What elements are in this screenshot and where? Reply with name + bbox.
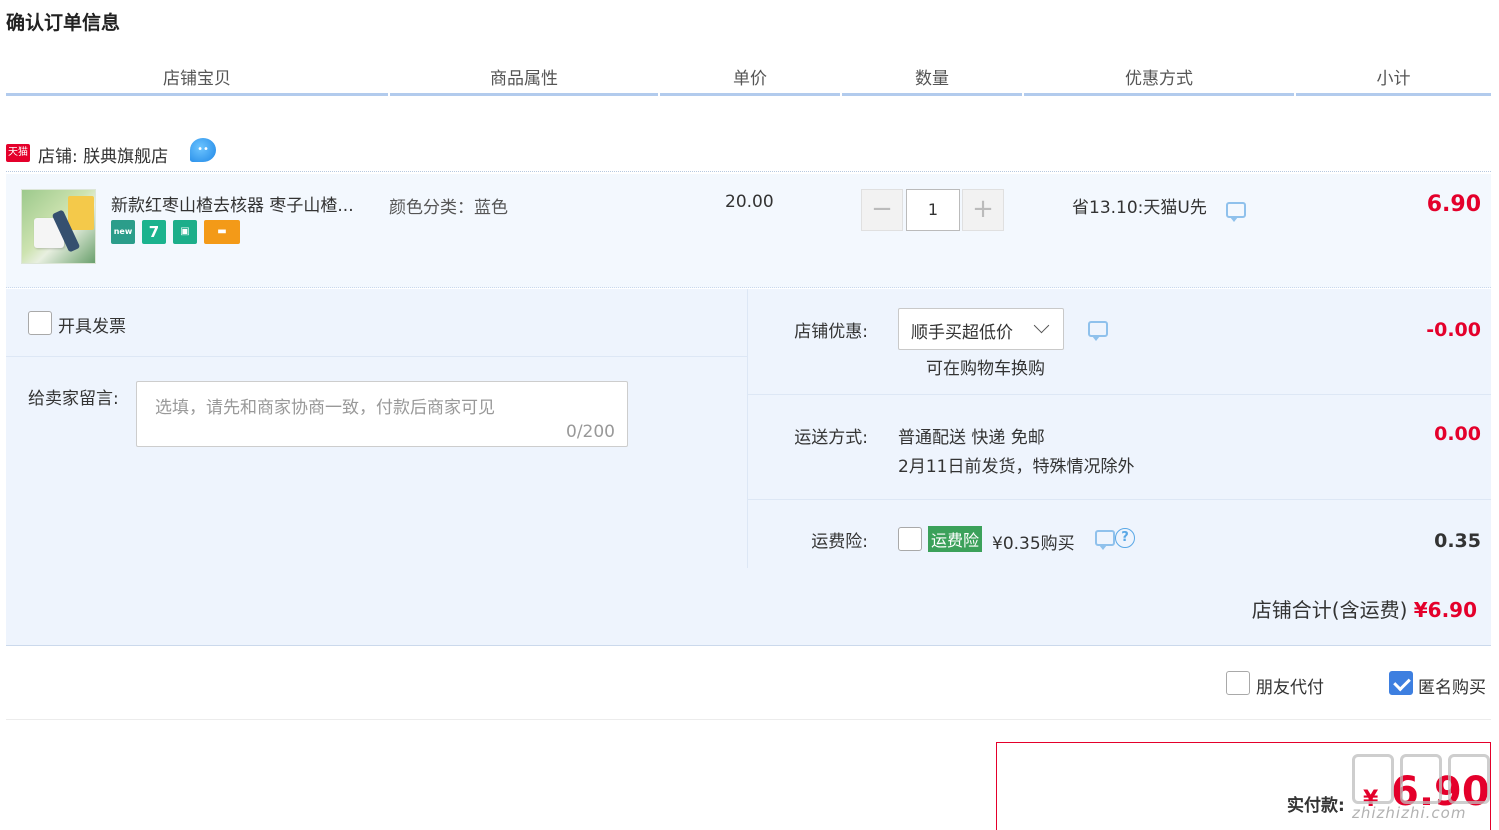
promotion-text: 省13.10:天猫U先 (1072, 198, 1207, 218)
shop-row: 天猫 店铺: 朕典旗舰店 •• (6, 138, 1491, 172)
anonymous-label: 匿名购买 (1418, 678, 1486, 698)
invoice-section: 开具发票 (6, 289, 747, 357)
memo-char-count: 0/200 (566, 422, 615, 442)
quantity-minus-button[interactable]: − (861, 189, 903, 231)
shipping-amount: 0.00 (1434, 423, 1481, 445)
product-attribute: 颜色分类：蓝色 (389, 198, 508, 218)
memo-textarea[interactable]: 选填，请先和商家协商一致，付款后商家可见 0/200 (136, 381, 628, 447)
shipping-note: 2月11日前发货，特殊情况除外 (898, 457, 1135, 477)
shop-discount-selected: 顺手买超低价 (911, 323, 1013, 343)
help-icon[interactable]: ? (1115, 528, 1135, 548)
insurance-tag: 运费险 (928, 526, 983, 552)
item-subtotal: 6.90 (1426, 192, 1481, 217)
order-item-row: 新款红枣山楂去核器 枣子山楂... new 7 ▣ ▬ 颜色分类：蓝色 20.0… (6, 174, 1491, 288)
invoice-checkbox[interactable] (28, 311, 52, 335)
tmall-badge: 天猫 (6, 144, 30, 162)
shipping-section: 运送方式: 普通配送 快递 免邮 2月11日前发货，特殊情况除外 0.00 (748, 395, 1491, 500)
product-thumbnail[interactable] (21, 189, 96, 264)
quantity-plus-button[interactable]: + (962, 189, 1004, 231)
memo-label: 给卖家留言: (28, 389, 119, 409)
anonymous-checkbox[interactable] (1389, 671, 1413, 695)
memo-placeholder: 选填，请先和商家协商一致，付款后商家可见 (155, 398, 495, 418)
quantity-input[interactable]: 1 (906, 189, 960, 231)
payment-label: 实付款: (1287, 796, 1345, 816)
page-title: 确认订单信息 (6, 12, 121, 34)
insurance-section: 运费险: 运费险 ¥0.35购买 ? 0.35 (748, 500, 1491, 568)
shop-discount-section: 店铺优惠: -0.00 可在购物车换购 (748, 289, 1491, 395)
invoice-label: 开具发票 (58, 317, 126, 337)
column-header-attribute: 商品属性 (390, 66, 658, 96)
shop-name-link[interactable]: 店铺: 朕典旗舰店 (38, 142, 168, 167)
insurance-amount: 0.35 (1434, 530, 1481, 552)
chevron-down-icon (1033, 317, 1050, 334)
shop-total: 店铺合计(含运费) ¥6.90 (1252, 594, 1477, 623)
unit-price: 20.00 (725, 192, 774, 212)
shop-discount-note: 可在购物车换购 (926, 359, 1045, 379)
column-header-subtotal: 小计 (1296, 66, 1491, 96)
guarantee-icon[interactable]: ▣ (173, 220, 197, 244)
friend-pay-label: 朋友代付 (1256, 678, 1324, 698)
insurance-comment-icon[interactable] (1095, 530, 1115, 550)
product-title-link[interactable]: 新款红枣山楂去核器 枣子山楂... (111, 191, 373, 216)
shipping-method: 普通配送 快递 免邮 (898, 428, 1045, 448)
column-header-quantity: 数量 (842, 66, 1022, 96)
shop-total-amount: ¥6.90 (1413, 598, 1477, 622)
promotion-comment-icon[interactable] (1226, 202, 1246, 222)
site-watermark: zhizhizhi.com (1352, 754, 1497, 824)
shop-discount-amount: -0.00 (1426, 319, 1481, 341)
card-icon[interactable]: ▬ (204, 220, 240, 244)
column-header-unit-price: 单价 (660, 66, 840, 96)
insurance-label: 运费险: (811, 532, 868, 552)
shipping-label: 运送方式: (794, 428, 868, 448)
friend-pay-checkbox[interactable] (1226, 671, 1250, 695)
shop-discount-comment-icon[interactable] (1088, 321, 1108, 341)
column-header-item: 店铺宝贝 (6, 66, 388, 96)
insurance-checkbox[interactable] (898, 527, 922, 551)
shop-discount-select[interactable]: 顺手买超低价 (898, 308, 1064, 350)
7-day-return-icon[interactable]: 7 (142, 220, 166, 244)
watermark-text: zhizhizhi.com (1352, 804, 1467, 822)
column-header-discount: 优惠方式 (1024, 66, 1294, 96)
shop-discount-label: 店铺优惠: (794, 322, 868, 342)
new-icon[interactable]: new (111, 220, 135, 244)
shop-total-label: 店铺合计(含运费) (1251, 598, 1408, 622)
wangwang-chat-icon[interactable]: •• (190, 138, 216, 162)
payment-options-row: 朋友代付 匿名购买 (6, 646, 1491, 720)
order-options-panel: 开具发票 给卖家留言: 选填，请先和商家协商一致，付款后商家可见 0/200 店… (6, 289, 1491, 646)
insurance-price: ¥0.35购买 (992, 534, 1075, 554)
